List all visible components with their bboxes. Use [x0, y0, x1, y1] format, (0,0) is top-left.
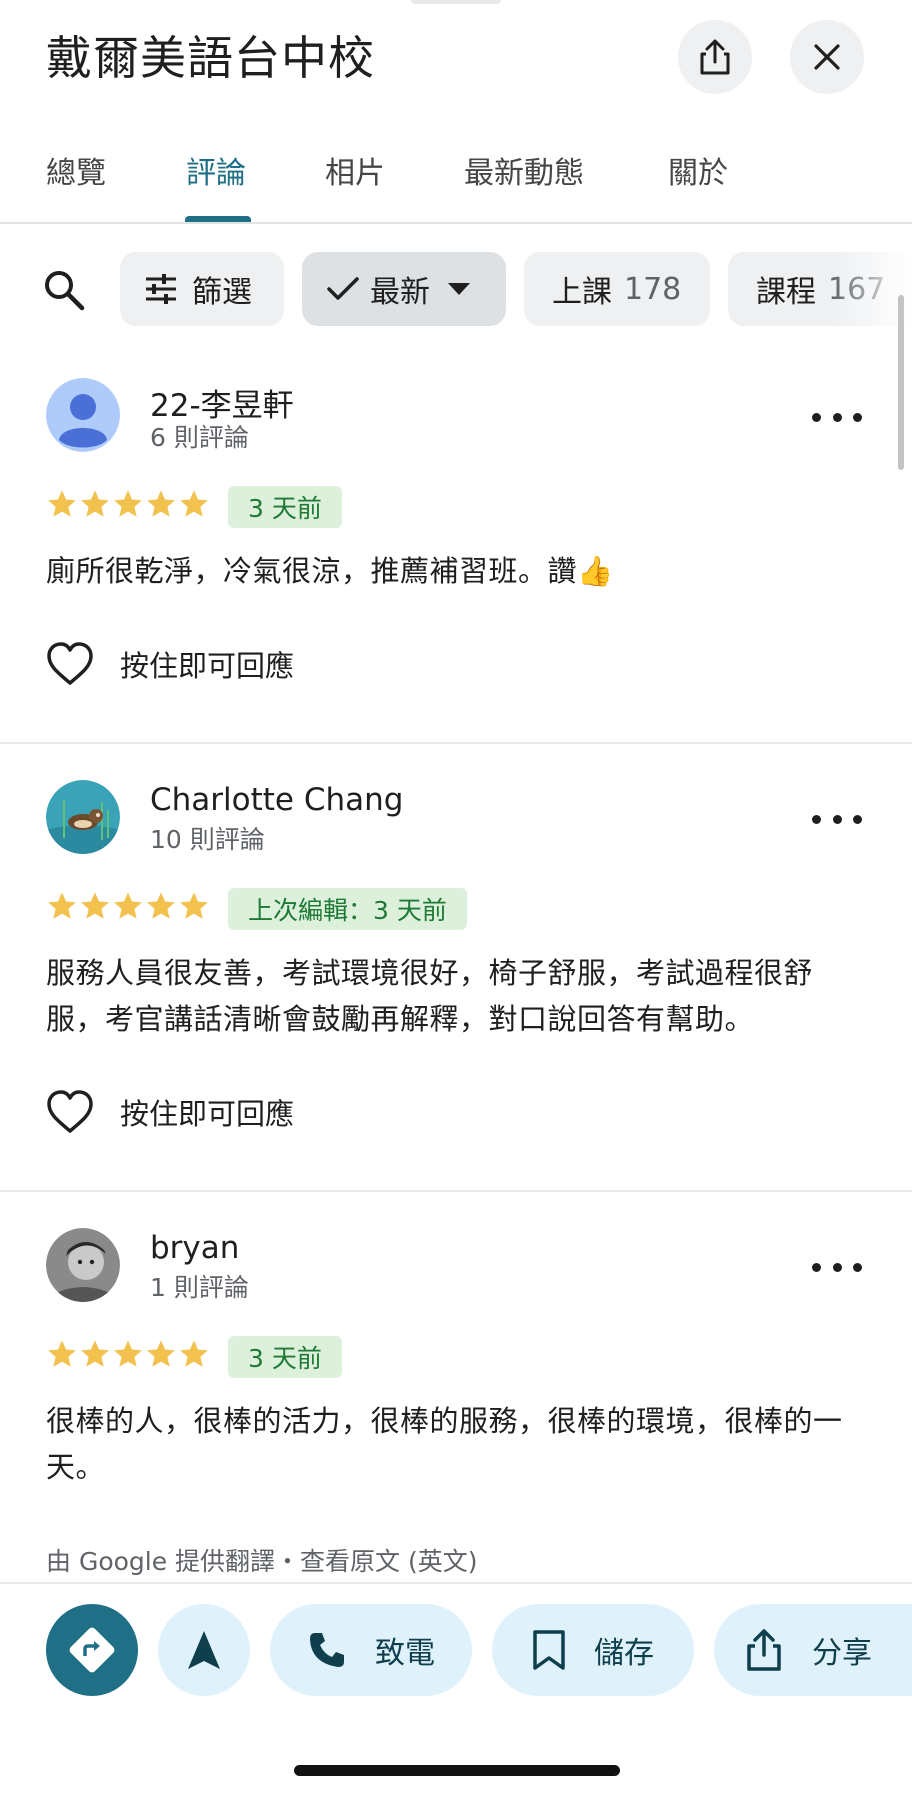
review-card: bryan 1 則評論 3 天前 很棒的人，很棒的活力，很棒的服務，很棒的環境，…: [0, 1228, 912, 1582]
tab-bar: 總覽 評論 相片 最新動態 關於: [0, 140, 912, 224]
sheet-grabber[interactable]: [411, 0, 501, 4]
reviewer-name[interactable]: Charlotte Chang: [150, 782, 403, 818]
tab-overview[interactable]: 總覽: [46, 148, 106, 192]
avatar[interactable]: [46, 780, 120, 854]
tab-photos[interactable]: 相片: [325, 148, 385, 192]
place-title: 戴爾美語台中校: [46, 31, 375, 85]
share-icon: [747, 1629, 781, 1671]
tab-reviews[interactable]: 評論: [186, 148, 246, 192]
star-icon: [48, 1340, 76, 1367]
start-navigation-button[interactable]: [158, 1604, 250, 1696]
divider: [0, 742, 912, 744]
more-options-button[interactable]: [812, 806, 862, 832]
review-text: 服務人員很友善，考試環境很好，椅子舒服，考試過程很舒服，考官講話清晰會鼓勵再解釋…: [46, 956, 814, 1036]
call-label: 致電: [375, 1636, 435, 1671]
reviewer-review-count: 6 則評論: [150, 423, 249, 452]
topic-chip-label: 課程: [756, 275, 816, 310]
avatar[interactable]: [46, 1228, 120, 1302]
more-options-button[interactable]: [812, 404, 862, 430]
topic-chip[interactable]: 上課 178: [524, 252, 710, 326]
avatar[interactable]: [46, 378, 120, 452]
phone-icon: [310, 1633, 344, 1667]
search-icon: [45, 271, 85, 311]
share-icon: [700, 39, 730, 75]
star-icon: [81, 892, 109, 919]
review-filter-bar: 篩選 最新 上課 178 課程 167: [0, 252, 912, 326]
tab-updates[interactable]: 最新動態: [464, 148, 584, 192]
star-icon: [147, 892, 175, 919]
review-date-badge: 上次編輯：3 天前: [228, 888, 467, 930]
review-text: 很棒的人，很棒的活力，很棒的服務，很棒的環境，很棒的一天。: [46, 1404, 843, 1484]
more-options-button[interactable]: [812, 1254, 862, 1280]
directions-button[interactable]: [46, 1604, 138, 1696]
sort-chip[interactable]: 最新: [302, 252, 506, 326]
home-indicator[interactable]: [294, 1765, 620, 1776]
star-icon: [180, 1340, 208, 1367]
directions-icon: [69, 1627, 115, 1673]
share-button[interactable]: [678, 20, 752, 94]
star-icon: [180, 892, 208, 919]
star-icon: [114, 490, 142, 517]
save-button[interactable]: 儲存: [492, 1604, 694, 1696]
tune-icon: [146, 274, 176, 304]
reviewer-name[interactable]: bryan: [150, 1230, 239, 1266]
review-card: 22-李昱軒 6 則評論 3 天前 廁所很乾淨，冷氣很涼，推薦補習班。讚👍 按住…: [0, 378, 912, 742]
review-text: 廁所很乾淨，冷氣很涼，推薦補習班。讚👍: [46, 554, 614, 588]
like-button[interactable]: 按住即可回應: [46, 642, 294, 686]
navigation-arrow-icon: [188, 1631, 220, 1669]
star-rating: [46, 1338, 210, 1374]
heart-icon: [47, 1090, 93, 1133]
star-icon: [48, 490, 76, 517]
filter-chip[interactable]: 篩選: [120, 252, 284, 326]
translation-note[interactable]: 由 Google 提供翻譯・查看原文 (英文): [46, 1542, 478, 1578]
like-button[interactable]: 按住即可回應: [46, 1090, 294, 1134]
reviewer-review-count: 1 則評論: [150, 1273, 249, 1302]
bookmark-icon: [533, 1630, 565, 1670]
heart-icon: [47, 642, 93, 685]
reviewer-review-count: 10 則評論: [150, 825, 265, 854]
check-icon: [327, 277, 359, 300]
star-icon: [114, 1340, 142, 1367]
dropdown-triangle-icon: [448, 283, 470, 295]
star-rating: [46, 488, 210, 524]
star-icon: [81, 490, 109, 517]
call-button[interactable]: 致電: [270, 1604, 472, 1696]
review-card: Charlotte Chang 10 則評論 上次編輯：3 天前 服務人員很友善…: [0, 780, 912, 1190]
close-icon: [814, 44, 840, 70]
divider: [0, 1190, 912, 1192]
filter-chip-label: 篩選: [192, 275, 252, 310]
sort-chip-label: 最新: [370, 275, 430, 310]
like-label: 按住即可回應: [120, 649, 295, 683]
active-tab-indicator: [185, 216, 251, 222]
share-label: 分享: [812, 1636, 872, 1671]
review-date-badge: 3 天前: [228, 486, 342, 528]
close-button[interactable]: [790, 20, 864, 94]
star-icon: [180, 490, 208, 517]
like-label: 按住即可回應: [120, 1097, 295, 1131]
review-date-badge: 3 天前: [228, 1336, 342, 1378]
save-label: 儲存: [594, 1636, 654, 1671]
topic-chip-count: 178: [624, 271, 682, 307]
search-reviews-button[interactable]: [42, 268, 86, 316]
star-icon: [114, 892, 142, 919]
topic-chip-label: 上課: [552, 275, 612, 310]
star-icon: [48, 892, 76, 919]
share-place-button[interactable]: 分享: [714, 1604, 912, 1696]
star-icon: [81, 1340, 109, 1367]
action-bar: 致電 儲存 分享: [0, 1582, 912, 1798]
tab-about[interactable]: 關於: [668, 148, 728, 192]
star-rating: [46, 890, 210, 926]
star-icon: [147, 490, 175, 517]
star-icon: [147, 1340, 175, 1367]
place-header: 戴爾美語台中校 總覽 評論 相片 最新動態 關於: [0, 0, 912, 224]
